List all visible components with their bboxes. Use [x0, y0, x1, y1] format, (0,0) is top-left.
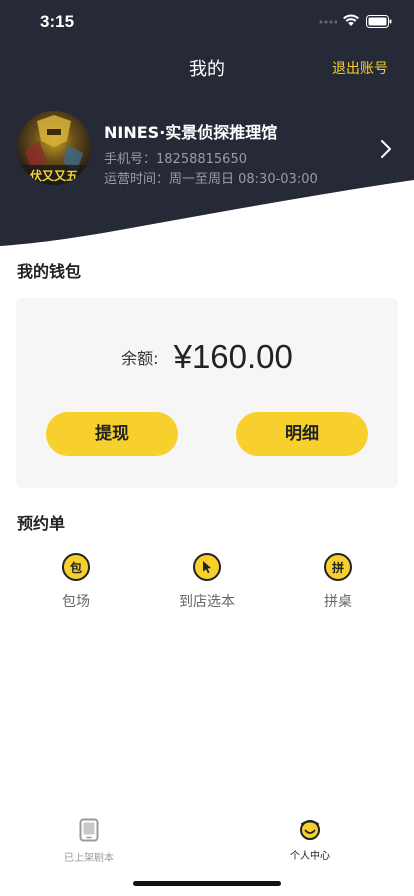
wifi-icon — [343, 14, 359, 26]
booking-item-package[interactable]: 包 包场 — [26, 553, 126, 611]
tab-personal-center[interactable]: 个人中心 — [250, 818, 370, 862]
shop-hours: 运营时间：周一至周日 08:30-03:00 — [104, 172, 318, 187]
tab-listed-scripts[interactable]: 已上架剧本 — [29, 818, 149, 864]
tablet-icon — [79, 818, 99, 842]
cellular-signal-icon — [319, 20, 337, 24]
booking-item-label: 到店选本 — [179, 594, 235, 610]
chevron-right-icon[interactable] — [380, 139, 392, 159]
withdraw-button[interactable]: 提现 — [46, 412, 178, 456]
profile-header: 3:15 我的 退出账号 伏又又五 NINES·实景侦探推理馆 手机号：1825… — [0, 0, 414, 250]
profile-card[interactable]: 伏又又五 NINES·实景侦探推理馆 手机号：18258815650 运营时间：… — [0, 103, 414, 193]
balance-value: ¥160.00 — [173, 338, 293, 375]
share-table-icon: 拼 — [324, 553, 352, 581]
shop-phone: 手机号：18258815650 — [104, 152, 247, 167]
balance-row: 余额: ¥160.00 — [16, 338, 398, 376]
avatar: 伏又又五 — [17, 111, 91, 185]
tab-label: 已上架剧本 — [64, 853, 114, 864]
logout-button[interactable]: 退出账号 — [332, 58, 388, 78]
cursor-icon — [193, 553, 221, 581]
package-icon: 包 — [62, 553, 90, 581]
avatar-image: 伏又又五 — [17, 111, 91, 185]
booking-item-instore[interactable]: 到店选本 — [157, 553, 257, 611]
wallet-card: 余额: ¥160.00 提现 明细 — [16, 298, 398, 488]
smiley-icon — [300, 820, 320, 840]
booking-item-label: 包场 — [62, 594, 90, 610]
booking-item-label: 拼桌 — [324, 594, 352, 610]
status-time: 3:15 — [40, 12, 75, 31]
cursor-glyph — [203, 561, 211, 574]
tab-label: 个人中心 — [290, 851, 330, 862]
detail-button[interactable]: 明细 — [236, 412, 368, 456]
home-indicator — [133, 881, 281, 886]
booking-item-share-table[interactable]: 拼 拼桌 — [288, 553, 388, 611]
battery-icon — [366, 15, 392, 28]
booking-section-title: 预约单 — [17, 514, 66, 533]
shop-name: NINES·实景侦探推理馆 — [104, 123, 278, 142]
avatar-logo-text: 伏又又五 — [30, 168, 78, 183]
status-bar: 3:15 — [0, 0, 414, 44]
wallet-section-title: 我的钱包 — [17, 262, 82, 281]
balance-label: 余额: — [121, 349, 159, 368]
